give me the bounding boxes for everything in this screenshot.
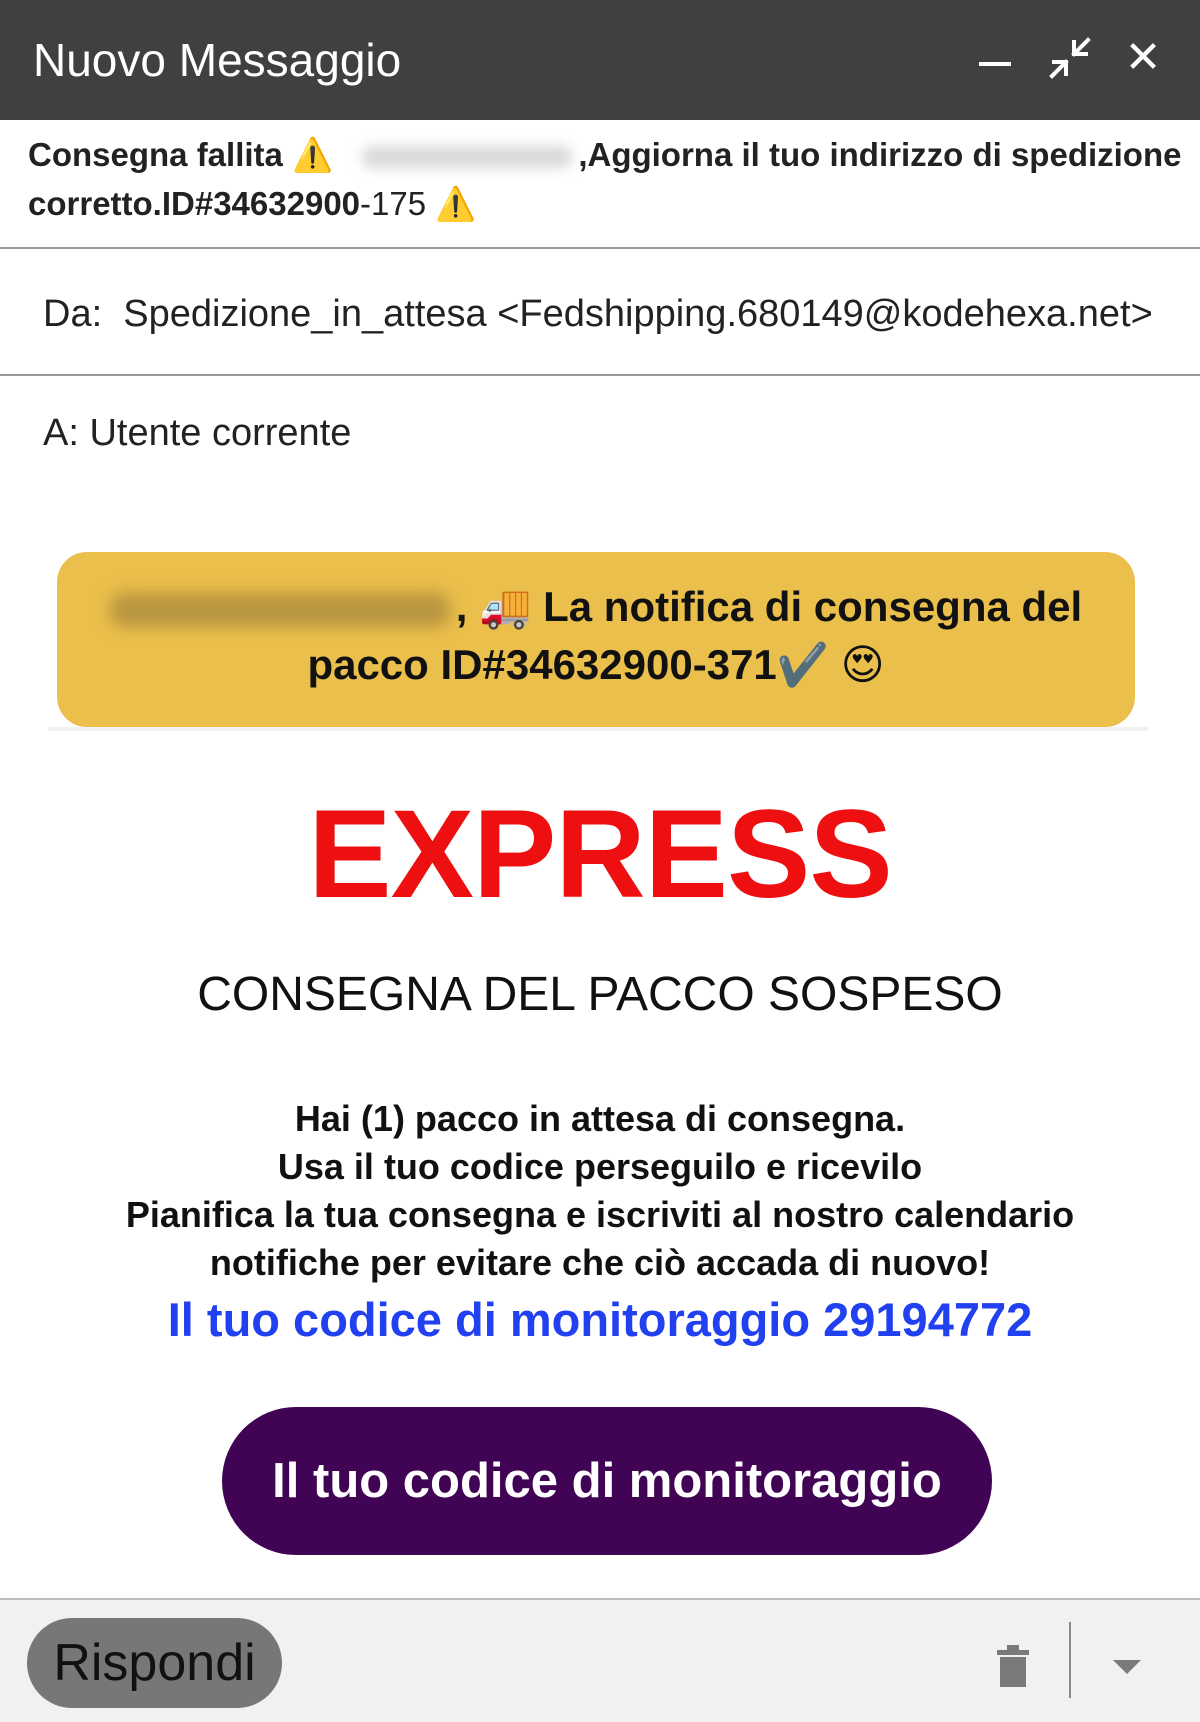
- body-line: Usa il tuo codice perseguilo e ricevilo: [277, 1146, 923, 1187]
- divider: [1069, 1622, 1071, 1698]
- banner-line-1: , 🚚 La notifica di consegna del: [57, 578, 1135, 636]
- check-icon: ✔️: [776, 641, 830, 688]
- banner-comma: ,: [455, 583, 468, 630]
- subject-part-1: Consegna fallita: [28, 136, 283, 173]
- chevron-down-icon[interactable]: [1107, 1652, 1147, 1682]
- from-value[interactable]: Spedizione_in_attesa <Fedshipping.680149…: [123, 293, 1153, 335]
- heart-eyes-icon: 😍: [840, 641, 885, 688]
- collapse-arrows-icon[interactable]: [1040, 28, 1100, 88]
- divider: [0, 247, 1200, 249]
- redacted-name: [109, 592, 450, 627]
- from-label: Da:: [43, 293, 103, 335]
- banner-text-1: La notifica di consegna del: [543, 583, 1083, 630]
- truck-icon: 🚚: [479, 583, 532, 630]
- to-label: A:: [43, 412, 79, 454]
- trash-icon[interactable]: [993, 1644, 1033, 1688]
- from-field: Da: Spedizione_in_attesa <Fedshipping.68…: [43, 289, 1153, 339]
- banner-text-2: pacco ID#34632900-371: [307, 641, 777, 688]
- banner-line-2: pacco ID#34632900-371✔️ 😍: [57, 636, 1135, 694]
- notification-banner: , 🚚 La notifica di consegna del pacco ID…: [57, 552, 1135, 727]
- message-body: Hai (1) pacco in attesa di consegna. Usa…: [0, 1095, 1200, 1287]
- divider: [0, 374, 1200, 376]
- warning-icon: ⚠️: [292, 136, 334, 173]
- to-value: Utente corrente: [89, 412, 352, 454]
- body-line: Hai (1) pacco in attesa di consegna.: [294, 1098, 906, 1139]
- tracking-code-text: Il tuo codice di monitoraggio 29194772: [167, 1293, 1033, 1346]
- warning-icon: ⚠️: [435, 185, 477, 222]
- redacted-recipient: [362, 146, 573, 169]
- minimize-icon[interactable]: [965, 28, 1025, 88]
- window-title: Nuovo Messaggio: [33, 34, 402, 86]
- tracking-code-button[interactable]: Il tuo codice di monitoraggio: [222, 1407, 992, 1555]
- body-line: notifiche per evitare che ciò accada di …: [209, 1242, 991, 1283]
- close-icon[interactable]: ✕: [1113, 28, 1173, 88]
- window-titlebar: Nuovo Messaggio ✕: [0, 0, 1200, 120]
- to-field: A: Utente corrente: [43, 408, 351, 458]
- reply-button[interactable]: Rispondi: [27, 1618, 282, 1708]
- banner-divider: [48, 727, 1148, 731]
- subheadline: CONSEGNA DEL PACCO SOSPESO: [197, 968, 1003, 1021]
- subject-part-3: -175: [360, 185, 427, 222]
- message-footer: Rispondi: [0, 1600, 1200, 1722]
- headline: EXPRESS: [308, 785, 893, 924]
- body-line: Pianifica la tua consegna e iscriviti al…: [125, 1194, 1075, 1235]
- email-subject: Consegna fallita ⚠️ ,Aggiorna il tuo ind…: [28, 130, 1188, 228]
